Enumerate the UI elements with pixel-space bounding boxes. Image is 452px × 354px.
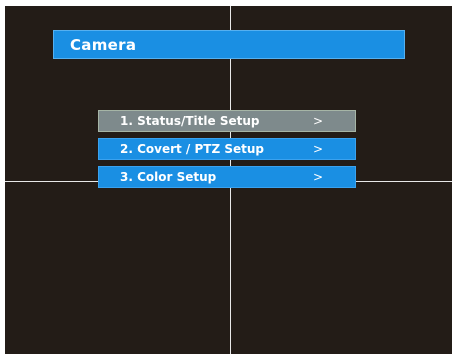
chevron-right-icon: > bbox=[313, 114, 324, 128]
menu-title-bar: Camera bbox=[53, 30, 405, 59]
camera-osd-screen: Camera 1. Status/Title Setup > 2. Covert… bbox=[5, 6, 452, 354]
menu-item-color-setup[interactable]: 3. Color Setup > bbox=[98, 166, 356, 188]
menu-item-label: 3. Color Setup bbox=[120, 170, 217, 184]
menu-item-status-title-setup[interactable]: 1. Status/Title Setup > bbox=[98, 110, 356, 132]
menu-title: Camera bbox=[70, 36, 137, 54]
menu-item-label: 1. Status/Title Setup bbox=[120, 114, 260, 128]
chevron-right-icon: > bbox=[313, 142, 324, 156]
menu-item-label: 2. Covert / PTZ Setup bbox=[120, 142, 264, 156]
menu-item-covert-ptz-setup[interactable]: 2. Covert / PTZ Setup > bbox=[98, 138, 356, 160]
chevron-right-icon: > bbox=[313, 170, 324, 184]
camera-menu: 1. Status/Title Setup > 2. Covert / PTZ … bbox=[98, 110, 356, 194]
